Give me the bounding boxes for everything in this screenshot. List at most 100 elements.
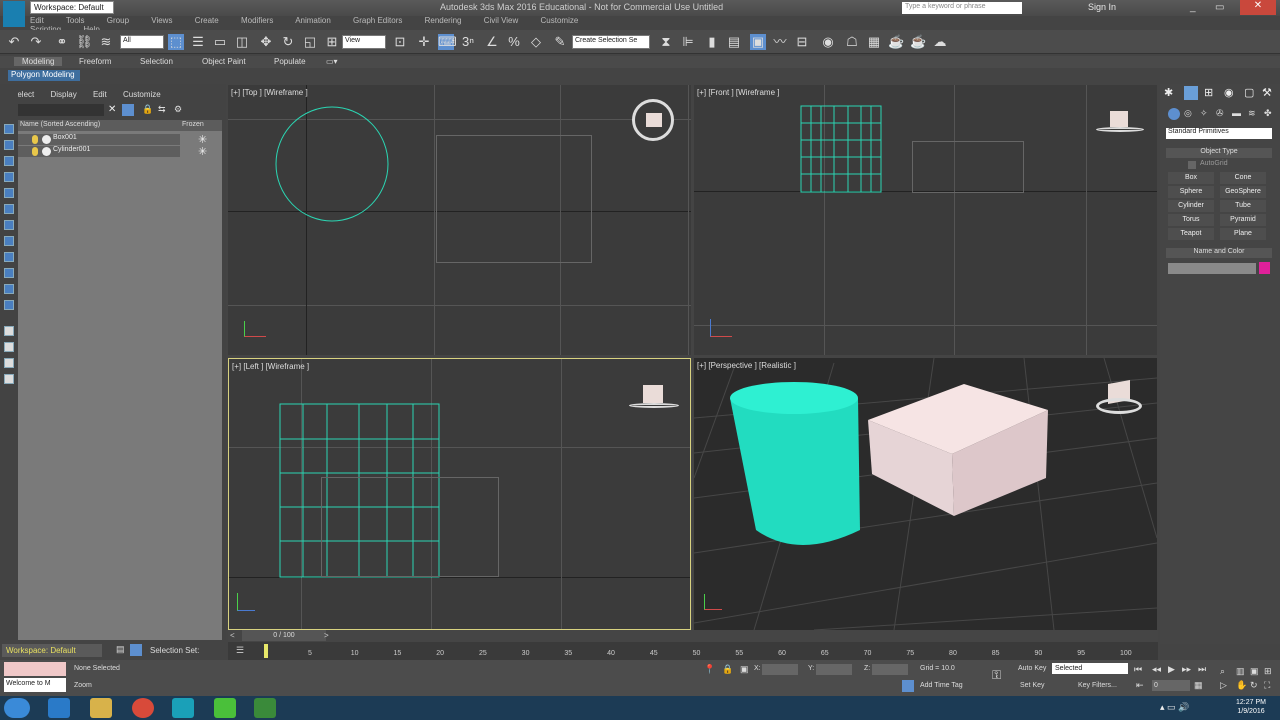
layer-icon[interactable]: ▮ (704, 34, 720, 50)
spinner-snap-icon[interactable]: ◇ (528, 34, 544, 50)
ribbon-options-icon[interactable]: ▭▾ (326, 57, 338, 66)
camtasia-recorder-icon[interactable] (254, 698, 276, 718)
explorer-clear-icon[interactable]: ✕ (108, 104, 120, 116)
time-tag-icon[interactable] (902, 680, 914, 692)
viewport-top[interactable]: [+] [Top ] [Wireframe ] (228, 85, 691, 355)
next-key-icon[interactable]: ▸▸ (1182, 664, 1191, 675)
motion-tab-icon[interactable]: ◉ (1224, 86, 1238, 100)
key-filters-button[interactable]: Key Filters... (1078, 682, 1117, 689)
go-to-start-icon[interactable]: ⏮ (1134, 664, 1142, 675)
modify-tab-icon[interactable] (1184, 86, 1198, 100)
explorer-filter-icon[interactable] (122, 104, 134, 116)
schematic-view-icon[interactable]: ⊟ (794, 34, 810, 50)
prev-frame-arrow-icon[interactable]: < (230, 631, 235, 640)
torus-button[interactable]: Torus (1168, 214, 1214, 226)
camtasia-icon[interactable] (214, 698, 236, 718)
time-slider-handle[interactable]: 0 / 100 (242, 630, 326, 641)
light-bulb-icon[interactable] (32, 147, 38, 156)
viewport-label[interactable]: [+] [Perspective ] [Realistic ] (697, 361, 796, 370)
filter-frozen-icon[interactable] (4, 284, 14, 294)
shapes-category-icon[interactable]: ◎ (1184, 108, 1196, 120)
explorer-lock-icon[interactable]: 🔒 (142, 104, 153, 116)
cameras-category-icon[interactable]: ✇ (1216, 108, 1228, 120)
tab-object-paint[interactable]: Object Paint (202, 57, 246, 66)
link-icon[interactable]: ⚭ (54, 34, 70, 50)
chrome-icon[interactable] (132, 698, 154, 718)
geometry-category-icon[interactable] (1168, 108, 1180, 120)
key-mode-toggle-icon[interactable]: ⇤ (1136, 680, 1144, 691)
viewport-label[interactable]: [+] [Top ] [Wireframe ] (231, 88, 308, 97)
maxscript-listener[interactable] (4, 662, 66, 676)
snaps-toggle-icon[interactable]: 3ⁿ (460, 34, 476, 50)
freeze-icon[interactable]: ✳ (198, 145, 207, 158)
a360-render-icon[interactable]: ☁ (932, 34, 948, 50)
selection-lock-icon[interactable]: ▤ (116, 644, 126, 656)
invert-display-icon[interactable] (4, 358, 14, 368)
x-coord-field[interactable] (762, 664, 798, 675)
explorer-sync-icon[interactable]: ⇆ (158, 104, 168, 116)
cone-button[interactable]: Cone (1220, 172, 1266, 184)
render-icon[interactable]: ☕ (888, 34, 904, 50)
menu-create[interactable]: Create (195, 16, 219, 25)
ribbon-panel-polygon-modeling[interactable]: Polygon Modeling (8, 70, 80, 81)
column-name[interactable]: Name (Sorted Ascending) (20, 121, 100, 128)
minimize-button[interactable]: _ (1190, 2, 1208, 14)
track-bar[interactable]: ☰ 5 10 15 20 25 30 35 40 45 50 55 60 65 70 75 80 85 90 95 1… (228, 642, 1158, 660)
menu-views[interactable]: Views (151, 16, 172, 25)
object-color-swatch[interactable] (1259, 262, 1270, 274)
teapot-button[interactable]: Teapot (1168, 228, 1214, 240)
select-object-icon[interactable]: ⬚ (168, 34, 184, 50)
prev-key-icon[interactable]: ◂◂ (1152, 664, 1161, 675)
display-all-icon[interactable] (4, 326, 14, 336)
filter-funnel-icon[interactable] (4, 374, 14, 384)
maximize-viewport-icon[interactable]: ⛶ (1264, 680, 1270, 691)
close-button[interactable]: ✕ (1240, 0, 1276, 15)
spacewarps-category-icon[interactable]: ≋ (1248, 108, 1260, 120)
zoom-all-icon[interactable]: ▥ (1236, 666, 1245, 677)
tray-icons[interactable]: ▴ ▭ 🔊 (1160, 702, 1220, 714)
tab-modeling[interactable]: Modeling (14, 57, 63, 66)
filter-helpers-icon[interactable] (4, 188, 14, 198)
explorer-menu-display[interactable]: Display (50, 90, 76, 99)
orbit-icon[interactable]: ↻ (1250, 680, 1258, 691)
rotate-icon[interactable]: ↻ (280, 34, 296, 50)
menu-tools[interactable]: Tools (66, 16, 85, 25)
time-config-icon[interactable]: ▦ (1194, 680, 1203, 691)
filter-hidden-icon[interactable] (4, 300, 14, 310)
add-time-tag-button[interactable]: Add Time Tag (920, 682, 963, 689)
field-of-view-icon[interactable]: ▷ (1220, 680, 1227, 691)
menu-edit[interactable]: Edit (30, 16, 44, 25)
sign-in-link[interactable]: Sign In (1088, 2, 1116, 12)
named-selection-dropdown[interactable]: Create Selection Se (572, 35, 650, 49)
utilities-tab-icon[interactable]: ⚒ (1262, 86, 1276, 100)
maximize-button[interactable]: ▭ (1215, 2, 1233, 14)
cylinder-button[interactable]: Cylinder (1168, 200, 1214, 212)
rect-region-icon[interactable]: ▭ (212, 34, 228, 50)
app-3dsmax-icon[interactable] (172, 698, 194, 718)
next-frame-arrow-icon[interactable]: > (324, 631, 329, 640)
filter-lights-icon[interactable] (4, 156, 14, 166)
autogrid-checkbox[interactable] (1188, 161, 1196, 169)
viewcube-icon[interactable] (1094, 380, 1144, 418)
hierarchy-tab-icon[interactable]: ⊞ (1204, 86, 1218, 100)
pan-icon[interactable]: ✋ (1236, 680, 1247, 691)
zoom-extents-all-icon[interactable]: ⊞ (1264, 666, 1272, 677)
name-and-color-rollout[interactable]: Name and Color (1166, 248, 1272, 258)
lights-category-icon[interactable]: ✧ (1200, 108, 1212, 120)
viewport-label[interactable]: [+] [Front ] [Wireframe ] (697, 88, 779, 97)
object-name-field[interactable] (1168, 263, 1256, 274)
menu-civil-view[interactable]: Civil View (484, 16, 519, 25)
explorer-search-input[interactable] (18, 104, 104, 116)
object-type-rollout[interactable]: Object Type (1166, 148, 1272, 158)
time-slider[interactable]: < 0 / 100 > (228, 630, 1158, 642)
menu-animation[interactable]: Animation (295, 16, 331, 25)
viewcube-icon[interactable] (632, 99, 674, 141)
ribbon-toggle-icon[interactable]: ▤ (726, 34, 742, 50)
ref-coord-dropdown[interactable]: View (342, 35, 386, 49)
tab-populate[interactable]: Populate (274, 57, 306, 66)
filter-shapes-icon[interactable] (4, 140, 14, 150)
filter-bones-icon[interactable] (4, 252, 14, 262)
pyramid-button[interactable]: Pyramid (1220, 214, 1266, 226)
tube-button[interactable]: Tube (1220, 200, 1266, 212)
filter-xrefs-icon[interactable] (4, 236, 14, 246)
